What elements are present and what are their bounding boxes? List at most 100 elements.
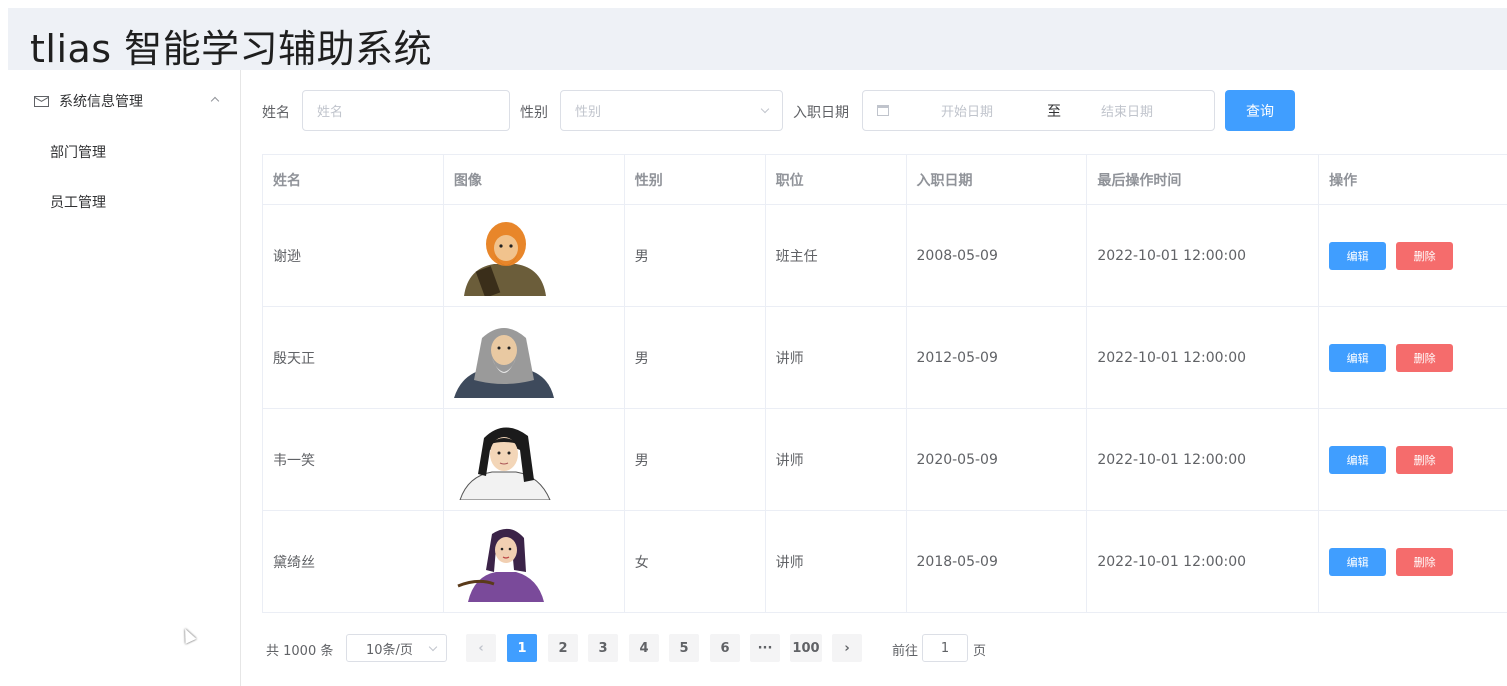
page-size-select[interactable]: 10条/页 bbox=[346, 634, 447, 662]
cell-entry-date: 2020-05-09 bbox=[907, 409, 1088, 510]
edit-button[interactable]: 编辑 bbox=[1329, 241, 1387, 270]
gender-placeholder: 性别 bbox=[575, 105, 602, 120]
mouse-cursor-icon bbox=[179, 626, 197, 644]
goto-label: 前往 bbox=[892, 644, 919, 659]
start-date-placeholder[interactable]: 开始日期 bbox=[941, 101, 993, 120]
edit-button[interactable]: 编辑 bbox=[1329, 343, 1387, 372]
cell-name: 韦一笑 bbox=[263, 409, 444, 510]
pagination-total: 共 1000 条 bbox=[266, 644, 334, 659]
end-date-placeholder[interactable]: 结束日期 bbox=[1101, 101, 1153, 120]
range-separator: 至 bbox=[1047, 103, 1062, 120]
delete-button[interactable]: 删除 bbox=[1396, 445, 1454, 474]
cell-name: 殷天正 bbox=[263, 307, 444, 408]
cell-gender: 男 bbox=[625, 205, 766, 306]
header-image: 图像 bbox=[444, 155, 625, 204]
cell-entry-date: 2012-05-09 bbox=[907, 307, 1088, 408]
cell-image bbox=[444, 511, 625, 612]
edit-button[interactable]: 编辑 bbox=[1329, 547, 1387, 576]
query-button[interactable]: 查询 bbox=[1225, 90, 1295, 131]
gender-select[interactable]: 性别 bbox=[560, 90, 783, 131]
sidebar: 系统信息管理 部门管理 员工管理 bbox=[8, 70, 241, 686]
app-title: tlias 智能学习辅助系统 bbox=[30, 27, 433, 71]
cell-actions: 编辑 删除 bbox=[1319, 511, 1507, 612]
header-name: 姓名 bbox=[263, 155, 444, 204]
sidebar-group-system-info[interactable]: 系统信息管理 bbox=[8, 84, 240, 118]
sidebar-item-label: 员工管理 bbox=[50, 195, 106, 211]
name-input[interactable]: 姓名 bbox=[302, 90, 510, 131]
avatar bbox=[454, 420, 554, 500]
avatar-grey-haired-elder bbox=[453, 327, 554, 398]
cell-entry-date: 2018-05-09 bbox=[907, 511, 1088, 612]
cell-actions: 编辑 删除 bbox=[1319, 307, 1507, 408]
header-update-time: 最后操作时间 bbox=[1087, 155, 1320, 204]
avatar-orange-bearded-warrior bbox=[463, 221, 546, 298]
cell-image bbox=[444, 205, 625, 306]
header-entry-date: 入职日期 bbox=[907, 155, 1088, 204]
page-ellipsis-button[interactable]: ··· bbox=[750, 634, 780, 662]
delete-button[interactable]: 删除 bbox=[1396, 547, 1454, 576]
page-button-4[interactable]: 4 bbox=[629, 634, 659, 662]
entry-date-range[interactable]: 开始日期 至 结束日期 bbox=[862, 90, 1215, 131]
cell-name: 黛绮丝 bbox=[263, 511, 444, 612]
cell-entry-date: 2008-05-09 bbox=[907, 205, 1088, 306]
cell-update-time: 2022-10-01 12:00:00 bbox=[1087, 205, 1320, 306]
chevron-up-icon bbox=[210, 96, 220, 106]
avatar-black-haired-swordsman bbox=[459, 426, 551, 500]
cell-gender: 男 bbox=[625, 307, 766, 408]
table-row: 韦一笑 男 讲师 2020-05-09 2022-10-01 12:00:00 bbox=[263, 409, 1507, 511]
cell-position: 讲师 bbox=[766, 307, 907, 408]
cell-update-time: 2022-10-01 12:00:00 bbox=[1087, 307, 1320, 408]
cell-gender: 男 bbox=[625, 409, 766, 510]
prev-page-button[interactable]: ‹ bbox=[466, 634, 496, 662]
edit-button[interactable]: 编辑 bbox=[1329, 445, 1387, 474]
cell-actions: 编辑 删除 bbox=[1319, 205, 1507, 306]
cell-name: 谢逊 bbox=[263, 205, 444, 306]
entry-date-label: 入职日期 bbox=[793, 105, 849, 121]
delete-button[interactable]: 删除 bbox=[1396, 241, 1454, 270]
header-gender: 性别 bbox=[625, 155, 766, 204]
sidebar-item-label: 部门管理 bbox=[50, 145, 106, 161]
cell-actions: 编辑 删除 bbox=[1319, 409, 1507, 510]
sidebar-group-label: 系统信息管理 bbox=[59, 94, 143, 110]
cell-position: 讲师 bbox=[766, 511, 907, 612]
cell-position: 讲师 bbox=[766, 409, 907, 510]
chevron-left-icon: ‹ bbox=[478, 640, 484, 656]
mail-icon bbox=[34, 95, 49, 107]
gender-label: 性别 bbox=[520, 105, 548, 121]
goto-page-input[interactable]: 1 bbox=[922, 634, 968, 662]
table-header-row: 姓名 图像 性别 职位 入职日期 最后操作时间 操作 bbox=[263, 155, 1507, 205]
table-row: 殷天正 男 讲师 2012-05-09 2022-10-01 12:00:00 … bbox=[263, 307, 1507, 409]
table-row: 谢逊 男 班主任 2008-05-09 2022-10-01 12:00:00 bbox=[263, 205, 1507, 307]
header-position: 职位 bbox=[766, 155, 907, 204]
sidebar-item-emp[interactable]: 员工管理 bbox=[8, 182, 240, 222]
cell-image bbox=[444, 307, 625, 408]
avatar-purple-robed-lady bbox=[457, 528, 544, 602]
next-page-button[interactable]: › bbox=[832, 634, 862, 662]
page-button-6[interactable]: 6 bbox=[710, 634, 740, 662]
header-actions: 操作 bbox=[1329, 172, 1358, 189]
page-button-1[interactable]: 1 bbox=[507, 634, 537, 662]
calendar-icon bbox=[877, 105, 889, 116]
chevron-down-icon bbox=[428, 642, 438, 652]
cell-update-time: 2022-10-01 12:00:00 bbox=[1087, 409, 1320, 510]
cell-gender: 女 bbox=[625, 511, 766, 612]
page-button-2[interactable]: 2 bbox=[548, 634, 578, 662]
cell-position: 班主任 bbox=[766, 205, 907, 306]
page-button-5[interactable]: 5 bbox=[669, 634, 699, 662]
app-root: tlias 智能学习辅助系统 系统信息管理 部门管理 员工管理 姓名 姓名 性别… bbox=[0, 0, 1507, 686]
table-row: 黛绮丝 女 讲师 2018-05-09 2022-10-01 12:00:00 bbox=[263, 511, 1507, 613]
avatar bbox=[453, 318, 554, 398]
cell-image bbox=[444, 409, 625, 510]
employee-table: 姓名 图像 性别 职位 入职日期 最后操作时间 操作 谢逊 男 班主任 2008… bbox=[262, 154, 1507, 613]
name-placeholder: 姓名 bbox=[317, 105, 344, 120]
delete-button[interactable]: 删除 bbox=[1396, 343, 1454, 372]
app-header: tlias 智能学习辅助系统 bbox=[8, 8, 1507, 71]
avatar bbox=[454, 216, 554, 298]
avatar bbox=[454, 522, 554, 602]
page-size-value: 10条/页 bbox=[366, 642, 413, 658]
page-button-3[interactable]: 3 bbox=[588, 634, 618, 662]
page-button-100[interactable]: 100 bbox=[790, 634, 822, 662]
sidebar-item-dept[interactable]: 部门管理 bbox=[8, 132, 240, 172]
goto-suffix: 页 bbox=[973, 644, 987, 659]
chevron-right-icon: › bbox=[844, 640, 850, 656]
